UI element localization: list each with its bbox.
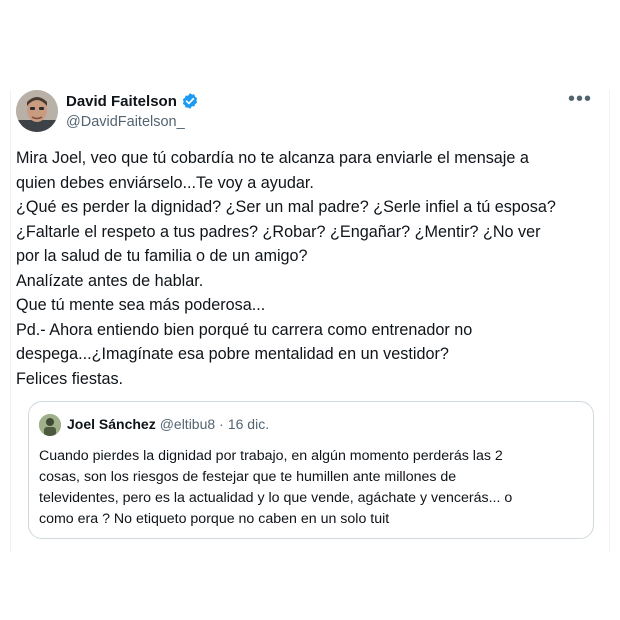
quoted-separator: · [219, 416, 224, 432]
tweet-line: ¿Qué es perder la dignidad? ¿Ser un mal … [16, 198, 556, 216]
quoted-author-name[interactable]: Joel Sánchez [67, 416, 156, 432]
quoted-tweet[interactable]: Joel Sánchez @eltibu8 · 16 dic. Cuando p… [28, 401, 594, 539]
more-horizontal-icon[interactable]: ••• [568, 89, 592, 109]
quoted-line: cosas, son los riesgos de festejar que t… [39, 469, 457, 485]
verified-badge-icon [181, 92, 199, 110]
quoted-body: Cuando pierdes la dignidad por trabajo, … [39, 446, 584, 530]
tweet-line: por la salud de tu familia o de un amigo… [16, 247, 308, 265]
tweet-line: ¿Faltarle el respeto a tus padres? ¿Roba… [16, 222, 541, 241]
quoted-line: televidentes, pero es la actualidad y lo… [39, 490, 513, 506]
tweet-card[interactable]: David Faitelson @DavidFaitelson_ ••• Mir… [10, 76, 610, 552]
tweet-line: despega...¿Imagínate esa pobre mentalida… [16, 345, 449, 363]
tweet-line: Mira Joel, veo que tú cobardía no te alc… [16, 149, 529, 167]
tweet-body: Mira Joel, veo que tú cobardía no te alc… [16, 146, 606, 391]
quoted-line: Cuando pierdes la dignidad por trabajo, … [39, 448, 503, 464]
tweet-line: Pd.- Ahora entiendo bien porqué tu carre… [16, 320, 473, 339]
tweet-line: Analízate antes de hablar. [16, 271, 204, 290]
tweet-line: quien debes enviárselo...Te voy a ayudar… [16, 173, 314, 192]
tweet-line: Que tú mente sea más poderosa... [16, 296, 266, 314]
quoted-date[interactable]: 16 dic. [228, 416, 269, 432]
quoted-line: como era ? No etiqueto porque no caben e… [39, 511, 390, 527]
tweet-line: Felices fiestas. [16, 369, 124, 388]
author-name[interactable]: David Faitelson [66, 93, 177, 110]
quoted-author-handle[interactable]: @eltibu8 [160, 416, 215, 432]
author-avatar[interactable] [16, 90, 58, 132]
quoted-author-avatar[interactable] [39, 414, 61, 436]
author-handle[interactable]: @DavidFaitelson_ [66, 114, 185, 130]
